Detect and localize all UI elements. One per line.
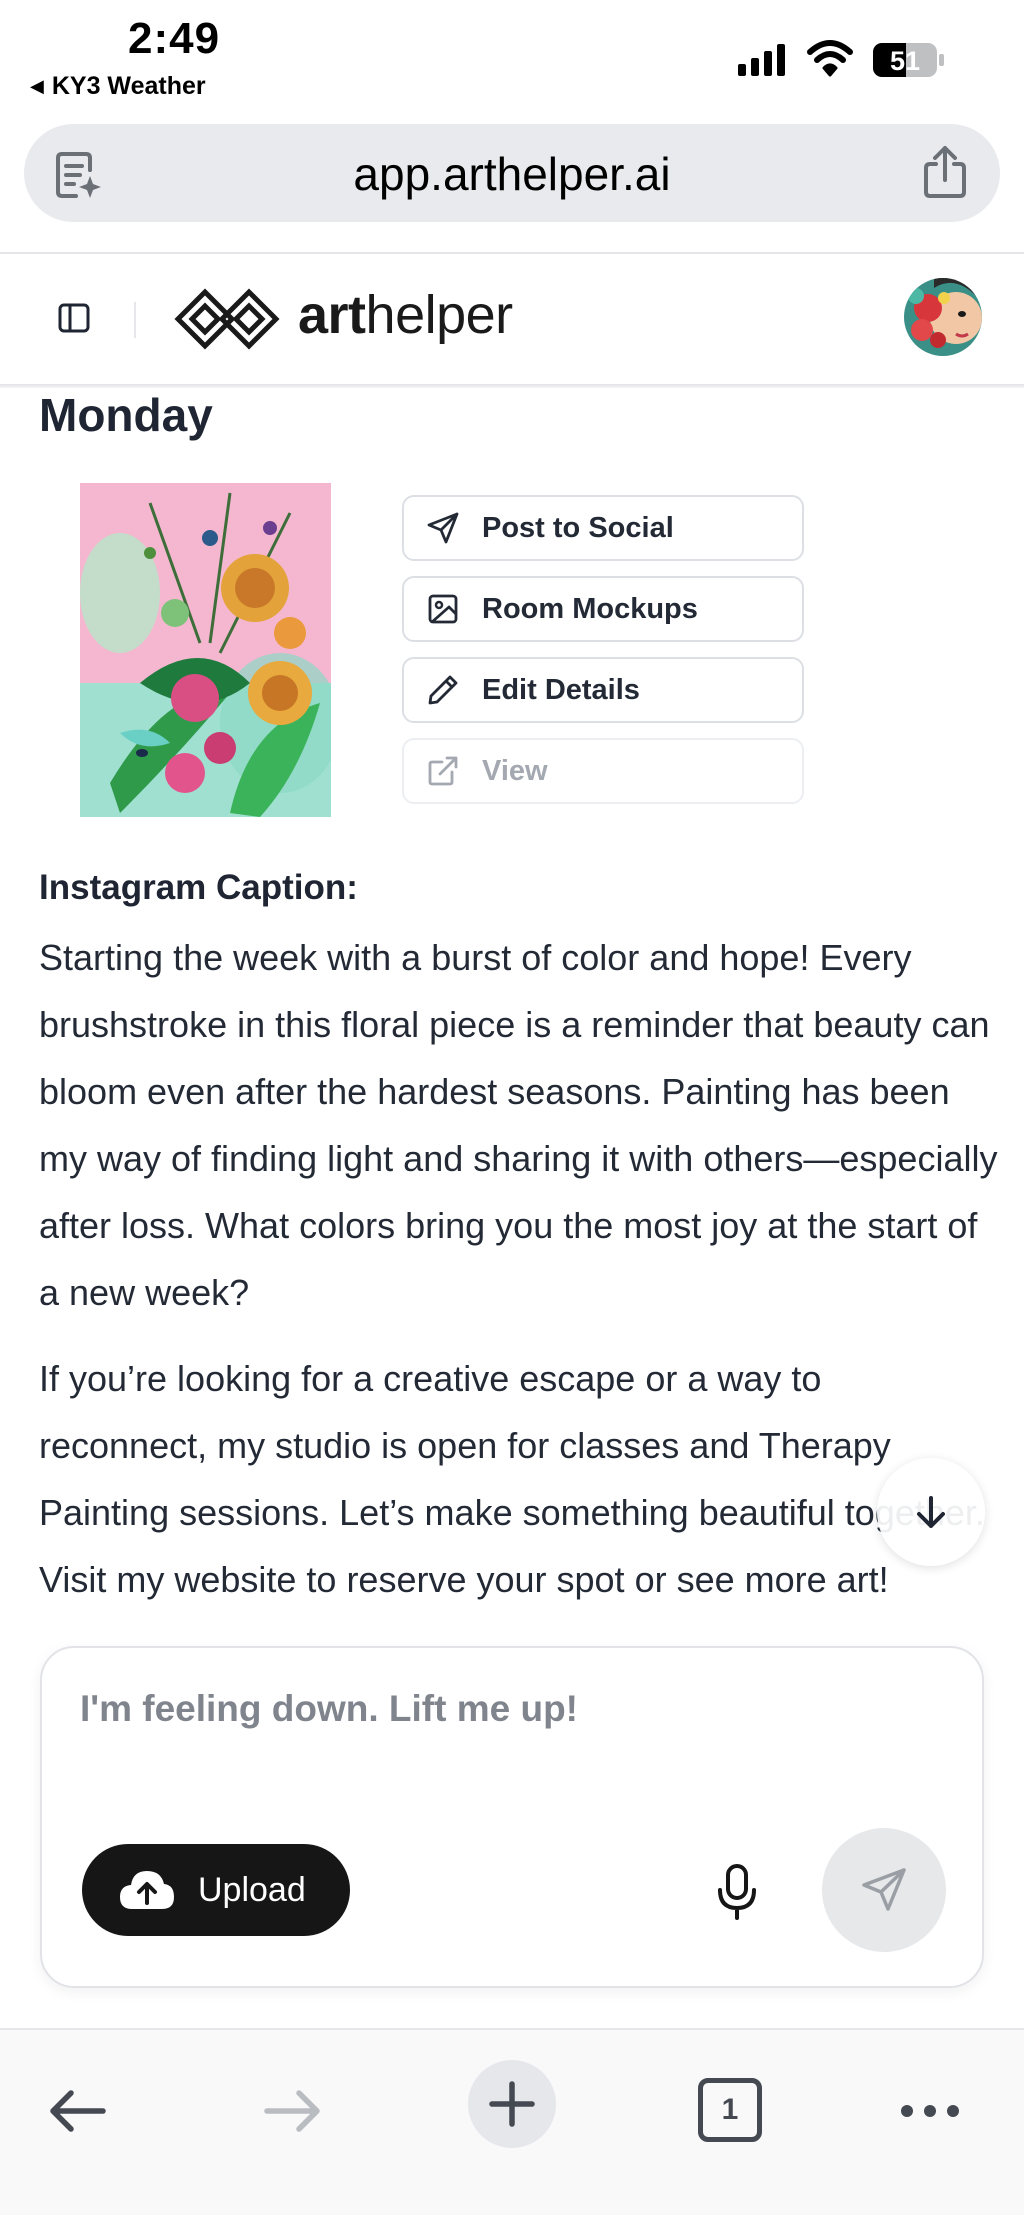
- artwork-actions: Post to Social Room Mockups Edit Details…: [402, 495, 804, 819]
- upload-label: Upload: [198, 1870, 306, 1909]
- browser-toolbar: 1: [0, 2030, 1024, 2215]
- back-to-app-link[interactable]: ◀ KY3 Weather: [30, 72, 206, 101]
- wifi-icon: [807, 40, 853, 77]
- edit-details-button[interactable]: Edit Details: [402, 657, 804, 723]
- status-bar: 2:49 ◀ KY3 Weather 51: [0, 0, 1024, 110]
- logo-text-bold: art: [298, 285, 366, 345]
- logo-text-regular: helper: [365, 285, 514, 345]
- plus-icon: [489, 2081, 535, 2127]
- ellipsis-icon: [901, 2105, 959, 2117]
- back-triangle-icon: ◀: [30, 76, 44, 96]
- arrow-left-icon: [50, 2090, 106, 2132]
- day-heading: Monday: [39, 389, 213, 441]
- new-tab-button[interactable]: [468, 2060, 556, 2148]
- cellular-signal-icon: [738, 42, 785, 76]
- browser-back-button[interactable]: [44, 2078, 110, 2144]
- arrow-down-icon: [917, 1496, 945, 1528]
- user-avatar[interactable]: [904, 278, 982, 356]
- microphone-icon[interactable]: [710, 1862, 764, 1922]
- arthelper-logo-icon[interactable]: [172, 278, 282, 360]
- sidebar-toggle-icon[interactable]: [56, 300, 92, 336]
- send-icon: [427, 512, 459, 544]
- external-link-icon: [428, 756, 458, 786]
- artwork-thumbnail[interactable]: [80, 483, 331, 817]
- caption-paragraph-2: If you’re looking for a creative escape …: [39, 1358, 985, 1600]
- chat-content: Monday Post to Social Room Mockups Edit …: [0, 388, 1024, 1644]
- more-menu-button[interactable]: [898, 2078, 962, 2144]
- address-bar[interactable]: app.arthelper.ai: [24, 124, 1000, 222]
- arrow-right-icon: [264, 2090, 320, 2132]
- edit-details-label: Edit Details: [482, 673, 640, 706]
- app-header: arthelper: [0, 254, 1024, 384]
- image-icon: [428, 594, 458, 624]
- send-icon: [862, 1868, 906, 1911]
- caption-heading: Instagram Caption:: [39, 868, 358, 907]
- caption-paragraph-1: Starting the week with a burst of color …: [39, 937, 998, 1313]
- chat-composer: Upload: [40, 1646, 984, 1988]
- battery-icon: 51: [873, 43, 944, 77]
- send-button[interactable]: [822, 1828, 946, 1952]
- url-text[interactable]: app.arthelper.ai: [24, 147, 1000, 201]
- view-button[interactable]: View: [402, 738, 804, 804]
- cloud-upload-icon: [120, 1871, 174, 1909]
- post-to-social-label: Post to Social: [482, 511, 674, 544]
- room-mockups-button[interactable]: Room Mockups: [402, 576, 804, 642]
- logo-wordmark[interactable]: arthelper: [298, 284, 513, 346]
- view-label: View: [482, 754, 548, 787]
- header-separator: [134, 302, 136, 338]
- post-to-social-button[interactable]: Post to Social: [402, 495, 804, 561]
- back-app-label: KY3 Weather: [51, 72, 206, 100]
- tab-switcher-button[interactable]: 1: [698, 2078, 762, 2142]
- upload-button[interactable]: Upload: [82, 1844, 350, 1936]
- share-icon[interactable]: [920, 144, 970, 200]
- pencil-icon: [428, 675, 458, 705]
- browser-forward-button[interactable]: [260, 2078, 326, 2144]
- status-time: 2:49: [128, 14, 221, 63]
- chat-message-input[interactable]: [80, 1688, 940, 1730]
- battery-percent: 51: [890, 46, 920, 76]
- room-mockups-label: Room Mockups: [482, 592, 698, 625]
- scroll-to-bottom-button[interactable]: [877, 1458, 985, 1566]
